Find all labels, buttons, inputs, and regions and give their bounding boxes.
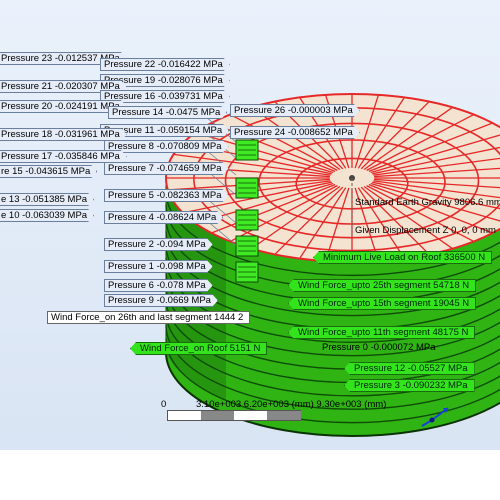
scale-bar-label: 3.10e+003 6.20e+003 (mm) 9.30e+003 (mm): [196, 399, 387, 410]
bottom-margin: [0, 450, 500, 500]
pressure-label[interactable]: Pressure 4 -0.08624 MPa: [104, 211, 223, 224]
annotation-text: Pressure 0 -0.000072 MPa: [322, 342, 436, 353]
load-label[interactable]: Wind Force_on Roof 5151 N: [130, 342, 268, 355]
pressure-label[interactable]: Pressure 6 -0.078 MPa: [104, 279, 213, 292]
pressure-label[interactable]: re 15 -0.043615 MPa: [0, 165, 97, 178]
pressure-label[interactable]: Pressure 17 -0.035846 MPa: [0, 150, 127, 163]
pressure-label[interactable]: Pressure 18 -0.031961 MPa: [0, 128, 127, 141]
annotation-text: Standard Earth Gravity 9806.6 mm: [355, 197, 500, 208]
load-label[interactable]: Minimum Live Load on Roof 336500 N: [313, 251, 493, 264]
pressure-label[interactable]: Pressure 20 -0.024191 MPa: [0, 100, 127, 113]
pressure-label[interactable]: Pressure 22 -0.016422 MPa: [100, 58, 230, 71]
load-label[interactable]: Wind Force_upto 25th segment 54718 N: [288, 279, 477, 292]
pressure-label[interactable]: Pressure 8 -0.070809 MPa: [104, 140, 229, 153]
pressure-label[interactable]: Pressure 9 -0.0669 MPa: [104, 294, 218, 307]
pressure-label[interactable]: Pressure 24 -0.008652 MPa: [230, 126, 360, 139]
load-label[interactable]: Wind Force_upto 15th segment 19045 N: [288, 297, 477, 310]
pressure-label[interactable]: Pressure 2 -0.094 MPa: [104, 238, 213, 251]
pressure-label[interactable]: Pressure 14 -0.0475 MPa: [108, 106, 227, 119]
load-label[interactable]: Pressure 3 -0.090232 MPa: [344, 379, 475, 392]
pressure-label[interactable]: e 13 -0.051385 MPa: [0, 193, 94, 206]
load-label[interactable]: Wind Force_on 26th and last segment 1444…: [47, 311, 251, 324]
pressure-label[interactable]: Pressure 7 -0.074659 MPa: [104, 162, 229, 175]
graphics-viewport[interactable]: Pressure 23 -0.012537 MPa Pressure 22 -0.…: [0, 0, 500, 500]
scale-zero-label: 0: [161, 399, 167, 410]
pressure-label[interactable]: Pressure 1 -0.098 MPa: [104, 260, 213, 273]
pressure-label[interactable]: Pressure 5 -0.082363 MPa: [104, 189, 229, 202]
axis-triad-icon[interactable]: [418, 394, 458, 434]
scale-bar: [167, 410, 301, 421]
pressure-label[interactable]: e 10 -0.063039 MPa: [0, 209, 94, 222]
load-label[interactable]: Pressure 12 -0.05527 MPa: [344, 362, 475, 375]
pressure-label[interactable]: Pressure 26 -0.000003 MPa: [230, 104, 360, 117]
load-label[interactable]: Wind Force_upto 11th segment 48175 N: [288, 326, 476, 339]
annotation-text: Given Displacement Z 0, 0, 0 mm: [355, 225, 496, 236]
